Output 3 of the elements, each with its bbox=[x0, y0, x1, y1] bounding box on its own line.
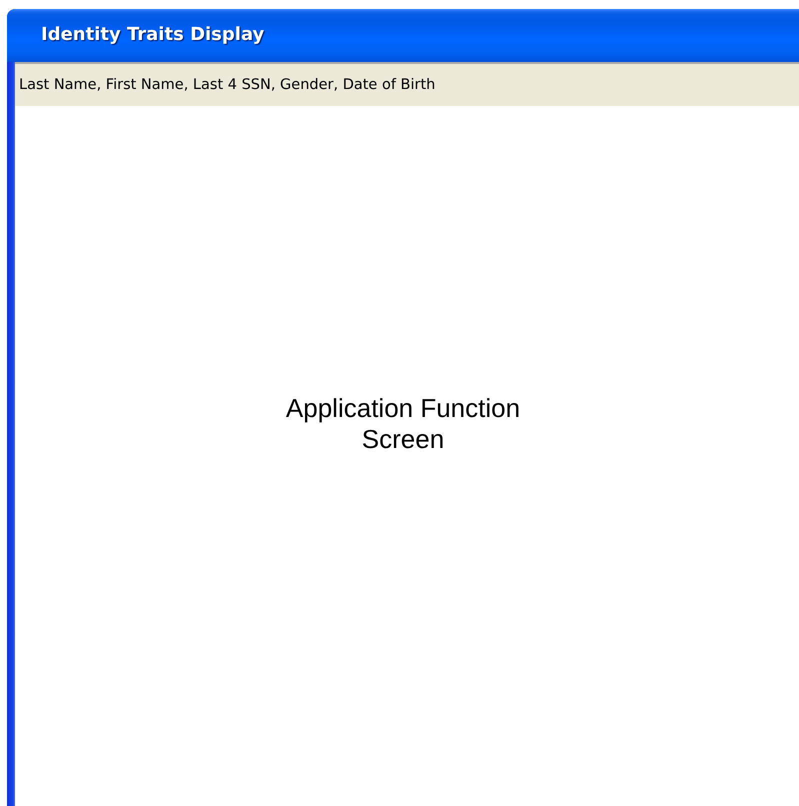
window-title: Identity Traits Display bbox=[41, 24, 264, 47]
traits-text: Last Name, First Name, Last 4 SSN, Gender, Date of Birth bbox=[19, 77, 436, 93]
placeholder-text: Application Function Screen bbox=[286, 393, 520, 456]
